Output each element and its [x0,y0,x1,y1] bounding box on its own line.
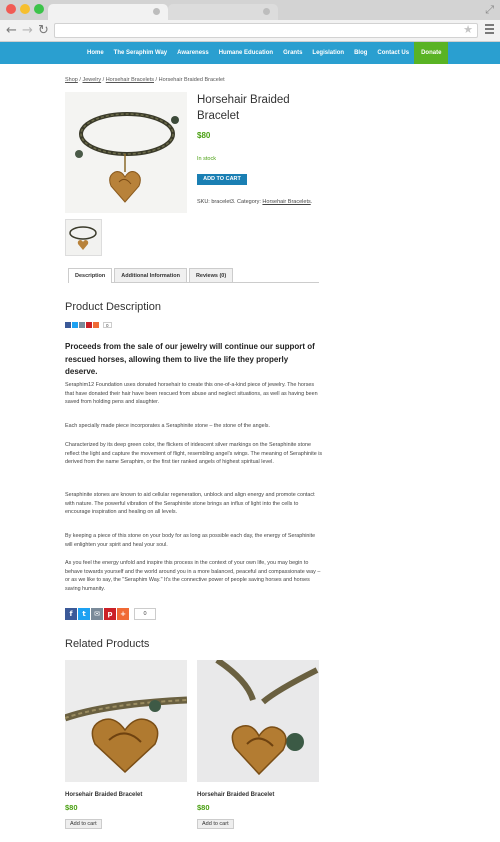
product-meta: SKU: bracelet3. Category: Horsehair Brac… [197,198,317,206]
description-heading: Product Description [65,301,161,313]
add-to-cart-button[interactable]: ADD TO CART [197,174,247,185]
browser-tab-new[interactable] [168,4,278,20]
back-arrow-icon[interactable]: ← [6,23,17,38]
description-paragraph: Seraphinite stones are known to aid cell… [65,492,315,515]
forward-arrow-icon[interactable]: → [22,23,33,38]
share-bar: f t ✉ p + 0 [65,608,156,620]
related-product-price: $80 [197,803,210,812]
nav-item-seraphim-way[interactable]: The Seraphim Way [109,42,172,64]
menu-icon[interactable] [485,24,494,36]
tab-description[interactable]: Description [68,268,113,283]
site-navigation: Home The Seraphim Way Awareness Humane E… [0,42,500,64]
related-add-to-cart-button[interactable]: Add to cart [65,819,102,829]
email-icon[interactable]: ✉ [91,608,103,620]
breadcrumb-shop[interactable]: Shop [65,77,78,83]
facebook-icon[interactable]: f [65,608,77,620]
more-share-icon[interactable]: + [117,608,129,620]
nav-item-awareness[interactable]: Awareness [172,42,214,64]
related-product-image[interactable] [197,660,319,782]
related-product[interactable]: Horsehair Braided Bracelet $80 Add to ca… [197,660,319,830]
related-product-name[interactable]: Horsehair Braided Bracelet [197,792,319,798]
product-title: Horsehair Braided Bracelet [197,94,290,122]
tab-reviews[interactable]: Reviews (0) [188,268,234,282]
browser-toolbar: ← → ↻ ★ [0,20,500,42]
pinterest-icon[interactable] [86,321,92,328]
description-paragraph: Seraphim12 Foundation uses donated horse… [65,382,318,405]
pinterest-icon[interactable]: p [104,608,116,620]
maximize-window-icon[interactable] [34,4,44,14]
minimize-window-icon[interactable] [20,4,30,14]
stock-status: In stock [197,156,216,162]
tab-close-icon[interactable] [153,8,160,15]
category-link[interactable]: Horsehair Bracelets [262,199,310,205]
product-tabs: Description Additional Information Revie… [68,268,319,283]
related-product[interactable]: Horsehair Braided Bracelet $80 Add to ca… [65,660,187,830]
more-share-icon[interactable] [93,321,99,328]
breadcrumb-jewelry[interactable]: Jewelry [82,77,101,83]
breadcrumb-current: Horsehair Braided Bracelet [158,77,225,83]
share-count: 0 [103,321,112,328]
nav-item-home[interactable]: Home [82,42,109,64]
related-product-price: $80 [65,803,78,812]
product-main-image[interactable] [65,92,187,213]
nav-item-legislation[interactable]: Legislation [307,42,349,64]
twitter-icon[interactable] [72,321,78,328]
nav-item-grants[interactable]: Grants [278,42,307,64]
fullscreen-icon[interactable]: ⤢ [485,3,494,17]
description-paragraph: By keeping a piece of this stone on your… [65,533,316,548]
email-icon[interactable] [79,321,85,328]
breadcrumb-bracelets[interactable]: Horsehair Bracelets [106,77,154,83]
browser-titlebar: ⤢ [0,0,500,20]
share-count: 0 [134,608,156,620]
description-paragraph: Characterized by its deep green color, t… [65,442,323,465]
product-thumbnail[interactable] [65,219,102,256]
related-products-heading: Related Products [65,638,150,650]
bookmark-star-icon[interactable]: ★ [463,23,473,36]
address-bar[interactable]: ★ [54,23,478,38]
description-paragraph: Each specially made piece incorporates a… [65,423,270,429]
related-product-image[interactable] [65,660,187,782]
facebook-icon[interactable] [65,321,71,328]
breadcrumb: Shop / Jewelry / Horsehair Bracelets / H… [65,77,225,83]
meta-end: . [310,199,313,205]
tab-additional-information[interactable]: Additional Information [114,268,187,282]
donate-button[interactable]: Donate [414,42,449,64]
reload-icon[interactable]: ↻ [38,23,49,38]
tab-close-icon[interactable] [263,8,270,15]
related-add-to-cart-button[interactable]: Add to cart [197,819,234,829]
description-lead: Proceeds from the sale of our jewelry wi… [65,342,315,376]
browser-tab-active[interactable] [48,4,168,20]
product-price: $80 [197,131,211,140]
description-paragraph: As you feel the energy unfold and inspir… [65,560,321,592]
sku-text: SKU: bracelet3. Category: [197,199,263,205]
close-window-icon[interactable] [6,4,16,14]
nav-item-blog[interactable]: Blog [349,42,372,64]
twitter-icon[interactable]: t [78,608,90,620]
nav-item-humane-education[interactable]: Humane Education [214,42,278,64]
related-product-name[interactable]: Horsehair Braided Bracelet [65,792,187,798]
nav-item-contact[interactable]: Contact Us [372,42,414,64]
share-bar-small: 0 [65,321,112,328]
